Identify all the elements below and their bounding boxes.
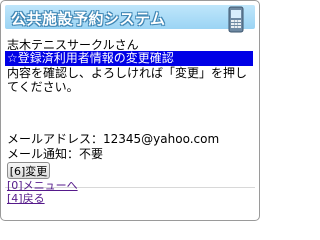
back-link[interactable]: [4]戻る xyxy=(7,190,45,206)
instruction-text: 内容を確認し、よろしければ「変更」を押してください。 xyxy=(7,66,248,94)
app-title: 公共施設予約システム xyxy=(11,10,166,28)
section-title: ☆登録済利用者情報の変更確認 xyxy=(5,51,253,66)
app-header: 公共施設予約システム xyxy=(5,5,255,33)
phone-screen: 公共施設予約システム 志木テニスサークルさん ☆登録済利用者情報の変更確認 内容… xyxy=(0,0,260,221)
email-notification-value: メール通知：不要 xyxy=(7,147,104,161)
mobile-phone-icon xyxy=(225,6,247,34)
